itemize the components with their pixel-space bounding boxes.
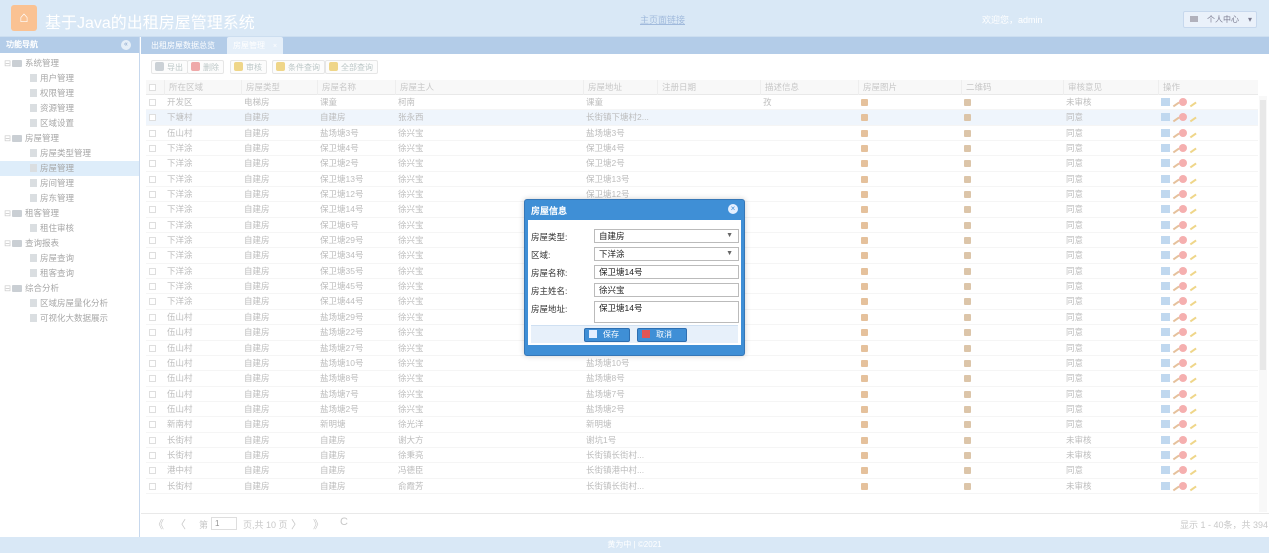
cancel-icon: [642, 330, 650, 338]
house-name-input[interactable]: 保卫塘14号: [594, 265, 739, 279]
dialog-title: 房屋信息: [531, 206, 568, 216]
field-label: 房屋名称:: [531, 268, 568, 278]
field-address: 房屋地址: 保卫塘14号: [531, 301, 741, 323]
field-label: 房屋地址:: [531, 304, 568, 314]
field-house-name: 房屋名称: 保卫塘14号: [531, 265, 741, 279]
close-icon[interactable]: ×: [728, 204, 738, 214]
dialog-buttons: 保存 取消: [531, 325, 738, 343]
house-type-value: 自建房: [599, 231, 625, 241]
chevron-down-icon: ▼: [726, 232, 733, 239]
house-info-dialog: 房屋信息 × 房屋类型: 自建房 ▼ 区域: 下洋涂 ▼ 房屋名称: 保卫塘14号 …: [524, 199, 745, 356]
save-icon: [589, 330, 597, 338]
field-owner-name: 房主姓名: 徐兴宝: [531, 283, 741, 297]
field-label: 区域:: [531, 250, 551, 260]
dialog-body: 房屋类型: 自建房 ▼ 区域: 下洋涂 ▼ 房屋名称: 保卫塘14号 房主姓名: 徐…: [528, 220, 741, 345]
chevron-down-icon: ▼: [726, 250, 733, 257]
region-value: 下洋涂: [599, 249, 625, 259]
save-button[interactable]: 保存: [584, 328, 630, 342]
region-select[interactable]: 下洋涂 ▼: [594, 247, 739, 261]
address-input[interactable]: 保卫塘14号: [594, 301, 739, 323]
cancel-label: 取消: [656, 330, 672, 339]
field-region: 区域: 下洋涂 ▼: [531, 247, 741, 261]
house-type-select[interactable]: 自建房 ▼: [594, 229, 739, 243]
cancel-button[interactable]: 取消: [637, 328, 687, 342]
field-house-type: 房屋类型: 自建房 ▼: [531, 229, 741, 243]
field-label: 房屋类型:: [531, 232, 568, 242]
save-label: 保存: [603, 330, 619, 339]
owner-name-input[interactable]: 徐兴宝: [594, 283, 739, 297]
field-label: 房主姓名:: [531, 286, 568, 296]
